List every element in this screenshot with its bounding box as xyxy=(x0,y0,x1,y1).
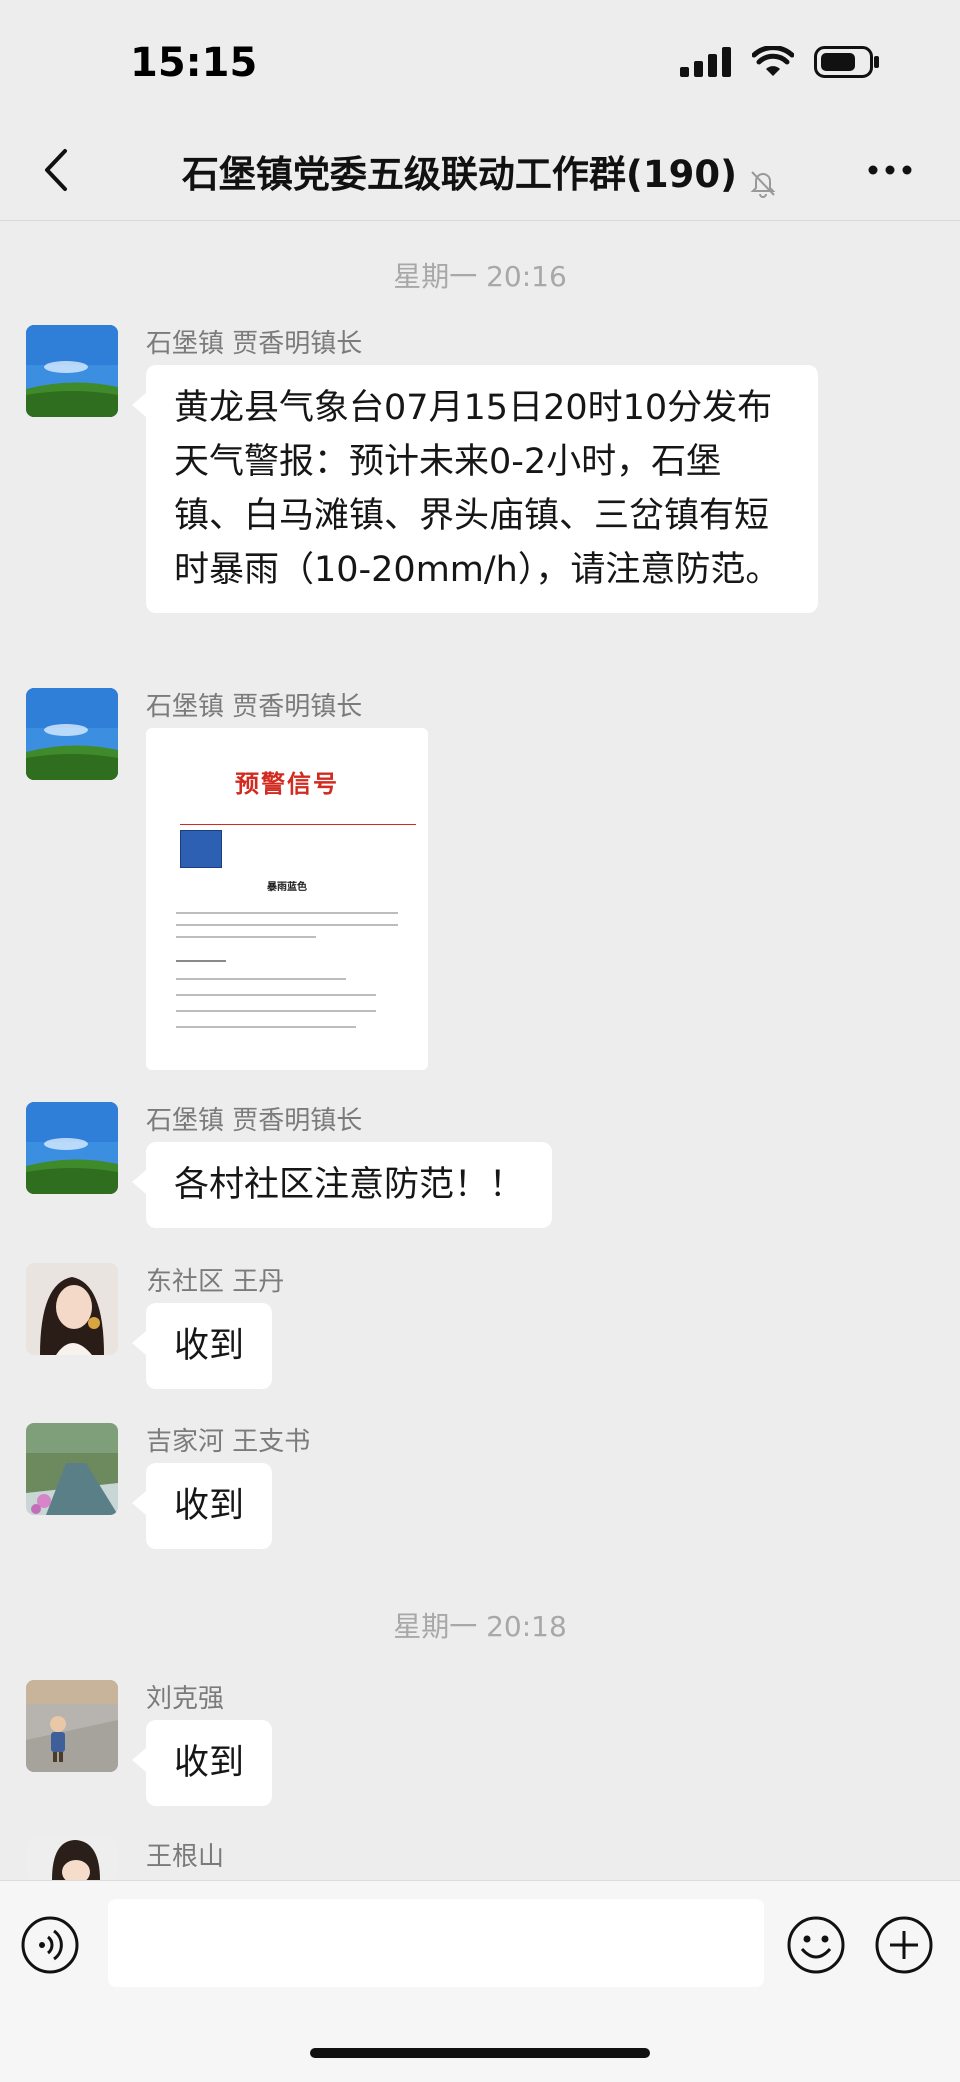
mute-bell-icon xyxy=(750,170,776,198)
rainstorm-warning-icon xyxy=(180,830,222,868)
sender-name: 刘克强 xyxy=(146,1684,225,1714)
timestamp: 星期一 20:16 xyxy=(393,260,567,293)
message-bubble[interactable]: 收到 xyxy=(131,1463,273,1549)
message-bubble[interactable]: 收到 xyxy=(131,1720,273,1806)
girl-avatar[interactable] xyxy=(26,1838,118,1880)
emoji-button[interactable] xyxy=(786,1915,846,1975)
back-button[interactable] xyxy=(28,142,84,198)
message-bubble[interactable]: 收到 xyxy=(131,1303,273,1389)
back-icon xyxy=(45,149,67,191)
sender-name: 东社区 王丹 xyxy=(146,1267,285,1297)
voice-button[interactable] xyxy=(20,1915,80,1975)
battery-icon xyxy=(814,46,879,78)
warning-image[interactable]: 预警信号 暴雨蓝色 xyxy=(146,728,428,1070)
more-icon xyxy=(868,165,912,175)
message-input[interactable] xyxy=(108,1899,764,1987)
warning-image-heading: 暴雨蓝色 xyxy=(267,882,307,893)
landscape-avatar[interactable] xyxy=(26,688,118,780)
wifi-icon xyxy=(752,46,794,76)
sender-name: 王根山 xyxy=(146,1842,225,1872)
voice-icon xyxy=(21,1916,79,1974)
message-bubble[interactable]: 黄龙县气象台07月15日20时10分发布天气警报：预计未来0-2小时，石堡镇、白… xyxy=(132,365,818,613)
chat-header: 石堡镇党委五级联动工作群(190) xyxy=(0,120,960,221)
chat-title-wrap: 石堡镇党委五级联动工作群(190) xyxy=(120,144,840,198)
status-time: 15:15 xyxy=(130,40,258,86)
more-button[interactable] xyxy=(860,150,920,190)
sender-name: 石堡镇 贾香明镇长 xyxy=(146,692,363,722)
warning-image-title: 预警信号 xyxy=(235,770,339,798)
woman-avatar[interactable] xyxy=(26,1263,118,1355)
chat-title: 石堡镇党委五级联动工作群(190) xyxy=(181,153,737,196)
message-bubble[interactable]: 各村社区注意防范！！ xyxy=(131,1142,553,1228)
status-icons xyxy=(680,46,880,78)
status-bar: 15:15 xyxy=(0,0,960,120)
home-indicator xyxy=(310,2048,650,2058)
signal-icon xyxy=(680,47,731,77)
sender-name: 石堡镇 贾香明镇长 xyxy=(146,329,363,359)
emoji-icon xyxy=(787,1916,845,1974)
landscape-avatar[interactable] xyxy=(26,325,118,417)
timestamp: 星期一 20:18 xyxy=(393,1610,567,1643)
sender-name: 吉家河 王支书 xyxy=(146,1427,311,1457)
plus-icon xyxy=(875,1916,933,1974)
landscape-avatar[interactable] xyxy=(26,1102,118,1194)
sender-name: 石堡镇 贾香明镇长 xyxy=(146,1106,363,1136)
child-avatar[interactable] xyxy=(26,1680,118,1772)
plus-button[interactable] xyxy=(874,1915,934,1975)
river-avatar[interactable] xyxy=(26,1423,118,1515)
